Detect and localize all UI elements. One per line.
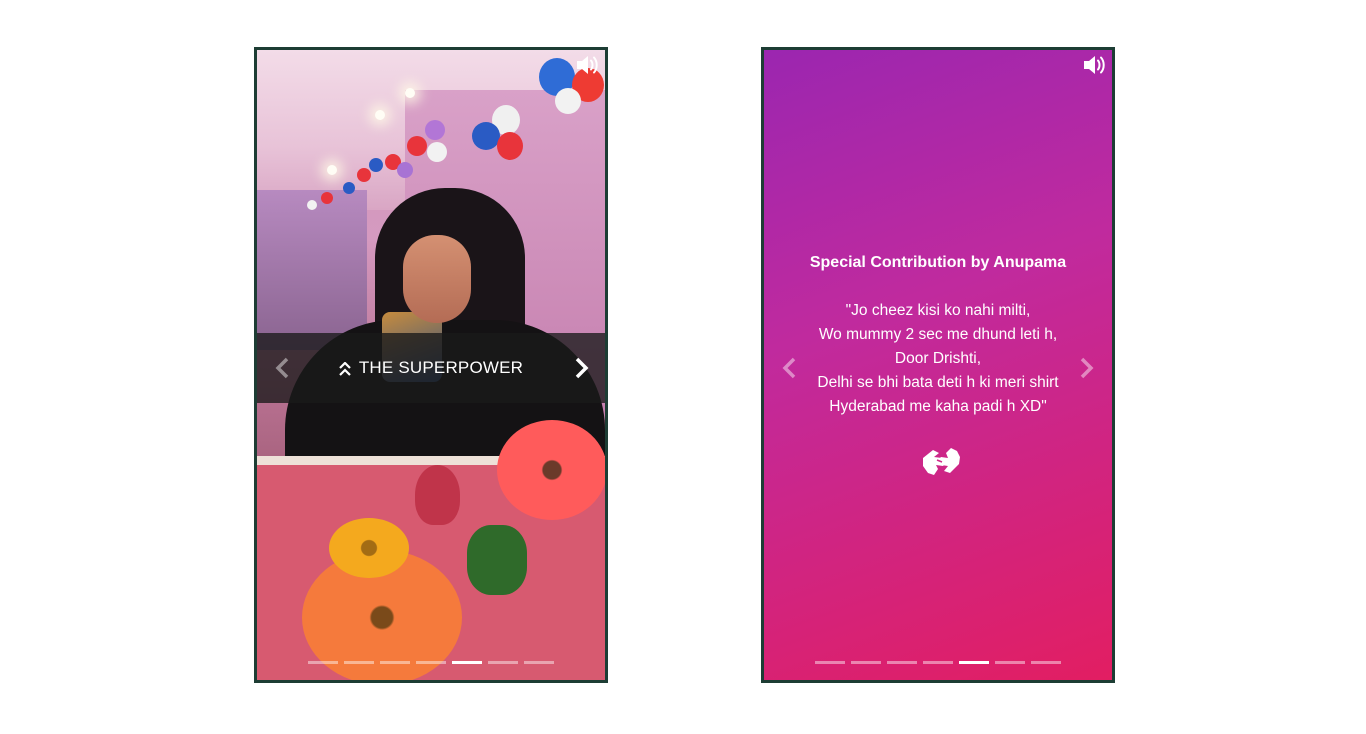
quote-line: Hyderabad me kaha padi h XD" [829,398,1047,415]
story-card-photo[interactable]: THE SUPERPOWER [254,47,608,683]
quote-line: "Jo cheez kisi ko nahi milti, [845,302,1031,319]
progress-segment[interactable] [524,661,554,664]
speaker-volume-icon[interactable] [1082,54,1106,76]
progress-segment[interactable] [488,661,518,664]
quote-line: Door Drishti, [894,350,982,367]
prev-button[interactable] [267,346,297,390]
story-content: Special Contribution by Anupama "Jo chee… [764,254,1112,419]
quote-line: Delhi se bhi bata deti h ki meri shirt [817,374,1059,391]
progress-segment[interactable] [995,661,1025,664]
progress-segment[interactable] [344,661,374,664]
progress-segment[interactable] [851,661,881,664]
title-overlay-bar: THE SUPERPOWER [257,333,605,403]
story-heading: Special Contribution by Anupama [809,254,1067,271]
sign-language-icon [919,444,963,480]
next-button[interactable] [1072,346,1102,390]
progress-segment[interactable] [887,661,917,664]
double-chevron-up-icon [339,333,351,403]
story-progress [257,661,605,665]
speaker-volume-icon[interactable] [575,54,599,76]
story-quote: "Jo cheez kisi ko nahi milti, Wo mummy 2… [764,299,1112,419]
progress-segment[interactable] [923,661,953,664]
chevron-right-icon [1080,357,1094,379]
progress-segment[interactable] [380,661,410,664]
story-card-text[interactable]: Special Contribution by Anupama "Jo chee… [761,47,1115,683]
progress-segment[interactable] [815,661,845,664]
progress-segment-active[interactable] [452,661,482,664]
progress-segment[interactable] [416,661,446,664]
quote-line: Wo mummy 2 sec me dhund leti h, [818,326,1058,343]
chevron-left-icon [275,357,289,379]
chevron-left-icon [782,357,796,379]
chevron-right-icon [575,357,589,379]
prev-button[interactable] [774,346,804,390]
story-progress [764,661,1112,665]
next-button[interactable] [567,346,597,390]
progress-segment[interactable] [1031,661,1061,664]
progress-segment[interactable] [308,661,338,664]
progress-segment-active[interactable] [959,661,989,664]
story-title: THE SUPERPOWER [257,333,605,403]
story-title-text: THE SUPERPOWER [358,358,524,377]
